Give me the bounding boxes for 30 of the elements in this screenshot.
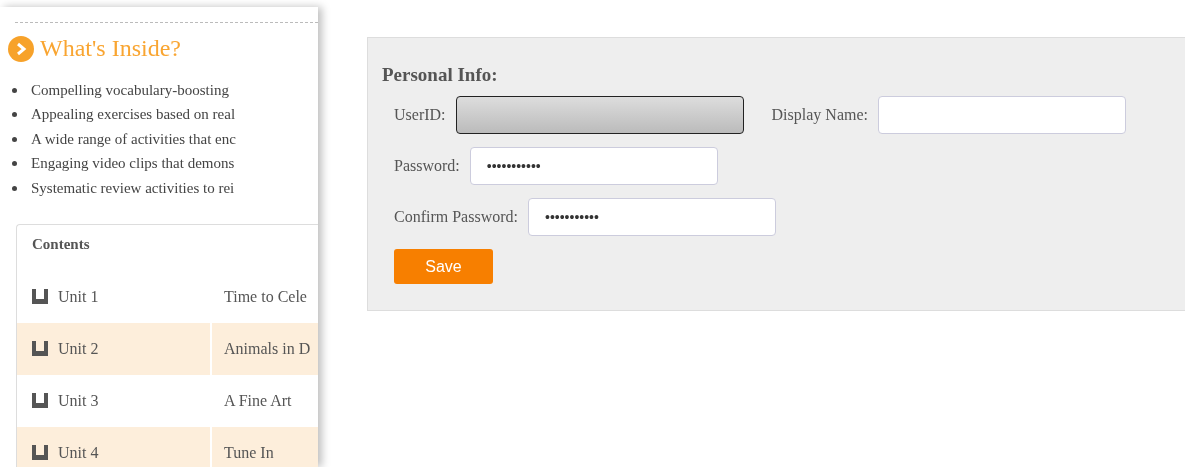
book-icon: [32, 341, 48, 356]
table-cell: Unit 4: [17, 426, 212, 467]
bullet-icon: [12, 112, 17, 118]
bullet-icon: [12, 185, 17, 191]
field-label: UserID:: [394, 106, 446, 124]
table-cell: A Fine Art: [224, 391, 292, 410]
section-title: What's Inside?: [40, 35, 181, 62]
bullet-text: A wide range of activities that enc: [31, 130, 236, 148]
field-label: Confirm Password:: [394, 208, 518, 226]
table-cell: Animals in D: [224, 339, 311, 358]
bullet-text: Appealing exercises based on real: [31, 106, 236, 124]
bullet-text: Compelling vocabulary-boosting: [31, 81, 229, 99]
field-label: Display Name:: [771, 106, 868, 124]
bullet-icon: [12, 87, 17, 93]
input-field[interactable]: •••••••••••: [469, 147, 718, 185]
book-icon: [32, 393, 48, 408]
bullet-icon: [12, 161, 17, 167]
form-title: Personal Info:: [382, 64, 499, 86]
book-icon: [32, 445, 48, 460]
table-cell: Unit 2: [17, 322, 212, 375]
contents-heading: Contents: [32, 235, 90, 252]
table-cell: Time to Cele: [224, 287, 307, 306]
bullet-text: Systematic review activities to rei: [31, 179, 235, 197]
bullet-text: Engaging video clips that demons: [31, 155, 235, 173]
field-label: Password:: [394, 157, 460, 175]
chevron-circle-icon: [8, 35, 34, 62]
input-field[interactable]: •••••••••••: [528, 198, 776, 236]
bullet-icon: [12, 136, 17, 142]
book-icon: [32, 289, 48, 304]
table-cell: Tune In: [224, 443, 274, 462]
